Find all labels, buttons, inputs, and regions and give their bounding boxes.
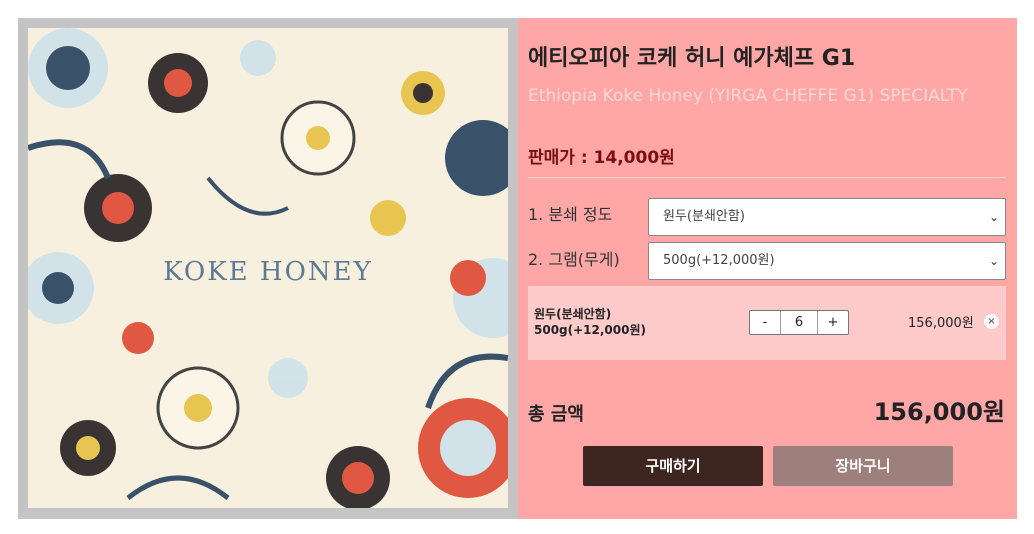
divider	[528, 177, 1006, 178]
option-weight-value: 500g(+12,000원)	[663, 253, 775, 268]
increase-button[interactable]: +	[818, 311, 848, 334]
add-to-cart-button[interactable]: 장바구니	[773, 446, 953, 486]
selected-option-text: 원두(분쇄안함) 500g(+12,000원)	[534, 306, 646, 338]
chevron-down-icon: ⌄	[988, 254, 999, 268]
product-image-panel: KOKE HONEY	[18, 18, 518, 519]
quantity-input[interactable]: 6	[780, 311, 818, 334]
decrease-button[interactable]: -	[750, 311, 780, 334]
product-info-panel: 에티오피아 코케 허니 예가체프 G1 Ethiopia Koke Honey …	[518, 18, 1017, 519]
product-title: 에티오피아 코케 허니 예가체프 G1	[528, 46, 856, 71]
image-caption: KOKE HONEY	[163, 257, 373, 287]
selected-grind: 원두(분쇄안함)	[534, 307, 612, 321]
sale-price: 판매가 : 14,000원	[528, 148, 675, 168]
line-price: 156,000원	[908, 316, 974, 331]
product-image: KOKE HONEY	[28, 28, 508, 508]
total-label: 총 금액	[528, 404, 584, 425]
product-subtitle: Ethiopia Koke Honey (YIRGA CHEFFE G1) SP…	[528, 86, 968, 106]
product-detail: KOKE HONEY 에티오피아 코케 허니 예가체프 G1 Ethiopia …	[18, 18, 1017, 519]
option-grind-value: 원두(분쇄안함)	[663, 209, 745, 224]
selected-option-row: 원두(분쇄안함) 500g(+12,000원) - 6 + 156,000원 ×	[528, 286, 1006, 360]
option-grind-select[interactable]: 원두(분쇄안함) ⌄	[648, 198, 1006, 236]
selected-weight: 500g(+12,000원)	[534, 323, 647, 337]
option-weight-label: 2. 그램(무게)	[528, 250, 620, 269]
total-price: 156,000원	[873, 398, 1005, 426]
chevron-down-icon: ⌄	[988, 210, 999, 224]
option-grind-label: 1. 분쇄 정도	[528, 205, 613, 224]
quantity-stepper: - 6 +	[749, 310, 849, 335]
option-weight-select[interactable]: 500g(+12,000원) ⌄	[648, 242, 1006, 280]
buy-button[interactable]: 구매하기	[583, 446, 763, 486]
remove-icon[interactable]: ×	[984, 314, 999, 329]
